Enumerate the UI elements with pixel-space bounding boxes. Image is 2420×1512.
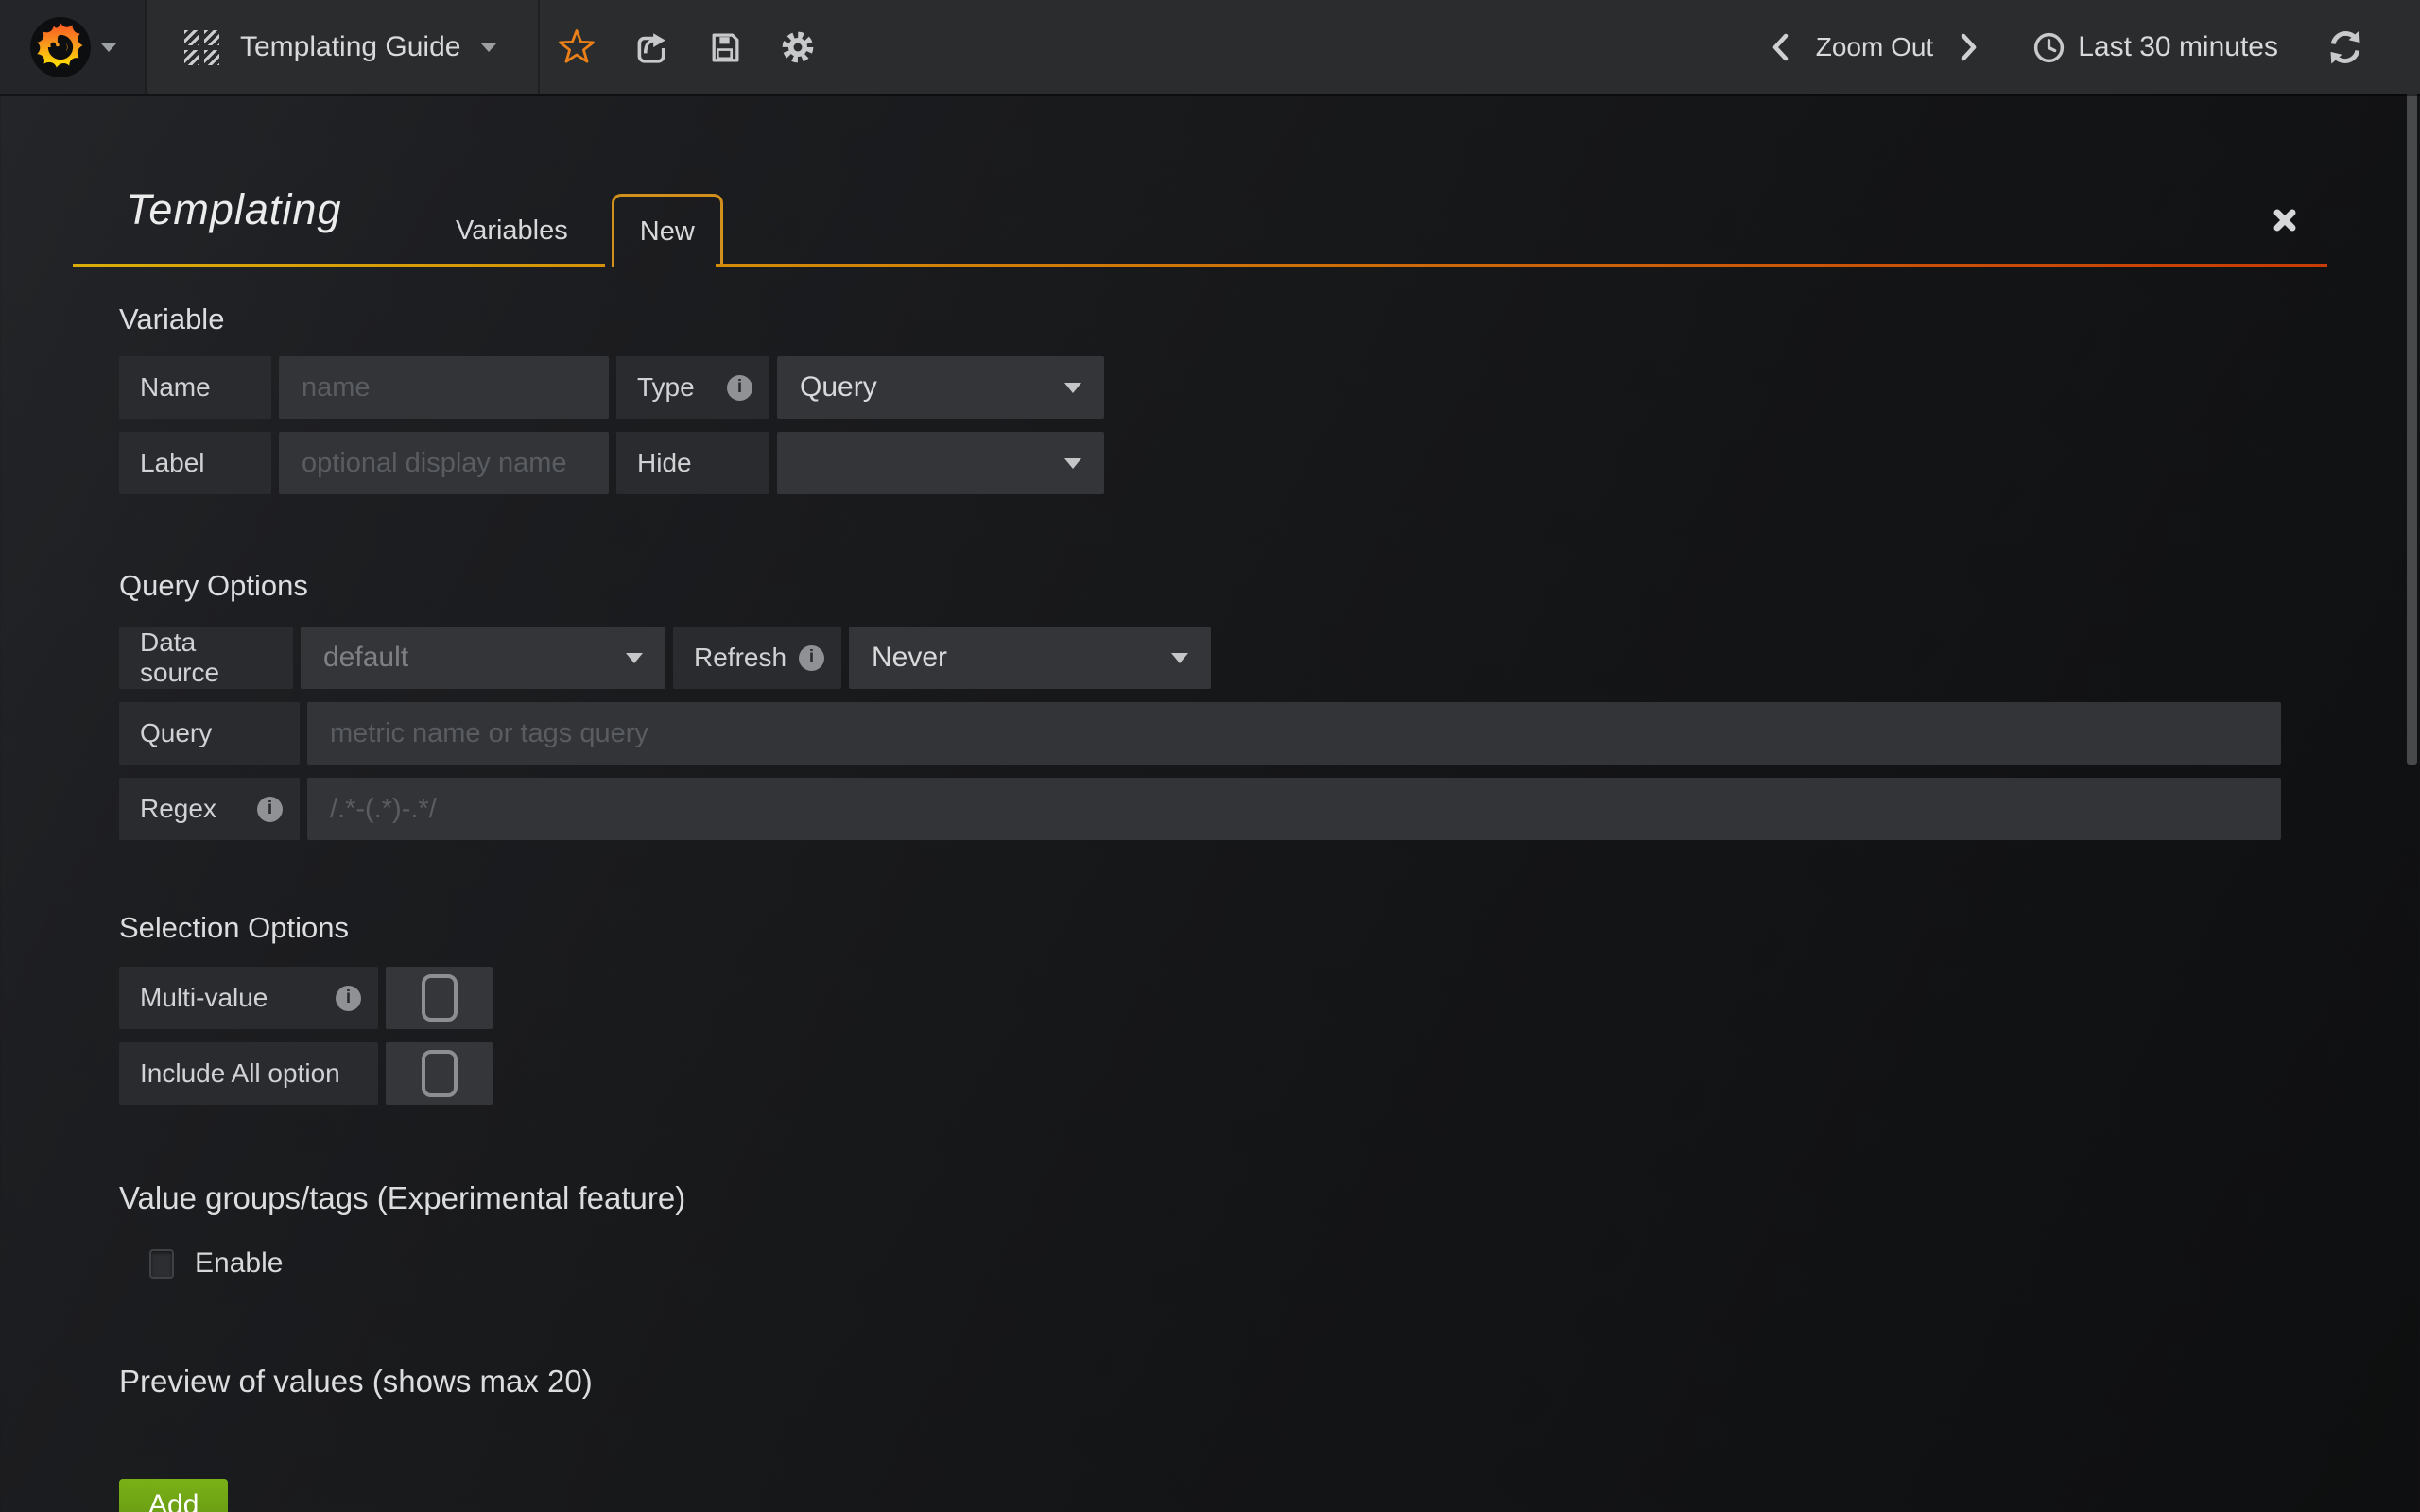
regex-input[interactable] [307, 778, 2281, 840]
multi-value-checkbox-box [386, 967, 493, 1029]
multi-value-checkbox[interactable] [422, 974, 458, 1022]
star-icon [558, 28, 596, 66]
dashboard-title: Templating Guide [240, 31, 460, 63]
close-button[interactable] [2271, 206, 2299, 234]
share-button[interactable] [614, 0, 687, 94]
include-all-label: Include All option [119, 1042, 378, 1105]
label-label: Label [119, 432, 271, 494]
save-button[interactable] [687, 0, 761, 94]
datasource-select[interactable]: default [301, 627, 666, 689]
refresh-icon [2325, 27, 2365, 67]
time-controls: Zoom Out Last 30 minutes [1759, 0, 2420, 94]
time-forward-button[interactable] [1946, 0, 1990, 94]
query-row: Query [119, 702, 2420, 765]
refresh-select[interactable]: Never [849, 627, 1211, 689]
info-icon[interactable] [257, 797, 283, 822]
value-groups-heading: Value groups/tags (Experimental feature) [119, 1182, 2420, 1214]
enable-checkbox[interactable] [149, 1249, 174, 1279]
regex-label-text: Regex [140, 794, 216, 824]
share-icon [632, 29, 668, 65]
enable-row: Enable [149, 1248, 2420, 1279]
refresh-button[interactable] [2325, 27, 2365, 67]
variable-name-row: Name Type Query [119, 356, 2420, 419]
variable-label-row: Label Hide [119, 432, 2420, 494]
refresh-label: Refresh [673, 627, 841, 689]
query-options-heading: Query Options [119, 570, 2420, 602]
tabs-underline-left [73, 264, 605, 267]
preview-heading: Preview of values (shows max 20) [119, 1366, 2420, 1398]
add-button[interactable]: Add [119, 1479, 228, 1512]
name-input[interactable] [279, 356, 609, 419]
include-all-checkbox[interactable] [422, 1050, 458, 1097]
settings-gear-icon [780, 29, 816, 65]
refresh-select-value: Never [872, 642, 947, 674]
tabs-bar: Variables New [427, 194, 723, 267]
dashboard-grid-icon [184, 30, 219, 65]
time-back-button[interactable] [1759, 0, 1803, 94]
type-select-value: Query [800, 371, 877, 404]
page-title: Templating [126, 185, 341, 234]
type-label-text: Type [637, 372, 695, 403]
multi-value-label-text: Multi-value [140, 983, 268, 1013]
type-select[interactable]: Query [777, 356, 1104, 419]
info-icon[interactable] [336, 986, 361, 1011]
variable-section-heading: Variable [119, 303, 2420, 335]
query-label: Query [119, 702, 300, 765]
variable-editor: Variable Name Type Query Label Hide Quer… [0, 303, 2420, 1512]
close-icon [2271, 206, 2299, 234]
chevron-right-icon [1957, 31, 1979, 63]
chevron-down-icon [1171, 653, 1188, 663]
chevron-down-icon [1064, 458, 1081, 469]
selection-options-heading: Selection Options [119, 912, 2420, 944]
hide-select[interactable] [777, 432, 1104, 494]
info-icon[interactable] [727, 375, 752, 401]
datasource-label: Data source [119, 627, 293, 689]
chevron-down-icon [101, 43, 116, 52]
chevron-down-icon [626, 653, 643, 663]
top-navbar: Templating Guide [0, 0, 2420, 94]
chevron-down-icon [481, 43, 496, 52]
multi-value-label: Multi-value [119, 967, 378, 1029]
chevron-left-icon [1770, 31, 1792, 63]
templating-header: Templating Variables New [0, 94, 2420, 267]
include-all-row: Include All option [119, 1042, 2420, 1105]
time-range-label: Last 30 minutes [2078, 31, 2278, 63]
query-input[interactable] [307, 702, 2281, 765]
multi-value-row: Multi-value [119, 967, 2420, 1029]
grafana-menu-button[interactable] [0, 0, 147, 94]
info-icon[interactable] [799, 645, 824, 671]
name-label: Name [119, 356, 271, 419]
regex-label: Regex [119, 778, 300, 840]
chevron-down-icon [1064, 383, 1081, 393]
settings-button[interactable] [761, 0, 835, 94]
hide-label: Hide [616, 432, 769, 494]
tab-variables[interactable]: Variables [427, 194, 596, 267]
clock-icon [2031, 30, 2066, 65]
save-icon [707, 30, 742, 65]
star-button[interactable] [540, 0, 614, 94]
scrollbar-thumb[interactable] [2407, 3, 2417, 765]
regex-row: Regex [119, 778, 2420, 840]
grafana-logo [29, 16, 92, 78]
dashboard-actions [540, 0, 835, 94]
zoom-out-button[interactable]: Zoom Out [1803, 32, 1946, 62]
dashboard-picker[interactable]: Templating Guide [147, 0, 538, 94]
label-input[interactable] [279, 432, 609, 494]
navbar-spacer [835, 0, 1758, 94]
refresh-label-text: Refresh [694, 643, 786, 673]
datasource-row: Data source default Refresh Never [119, 627, 2420, 689]
type-label: Type [616, 356, 769, 419]
time-range-picker[interactable]: Last 30 minutes [2031, 30, 2278, 65]
tabs-underline-right [716, 264, 2327, 267]
tab-new[interactable]: New [612, 194, 723, 267]
include-all-checkbox-box [386, 1042, 493, 1105]
enable-label: Enable [195, 1247, 283, 1280]
datasource-select-value: default [323, 642, 408, 674]
